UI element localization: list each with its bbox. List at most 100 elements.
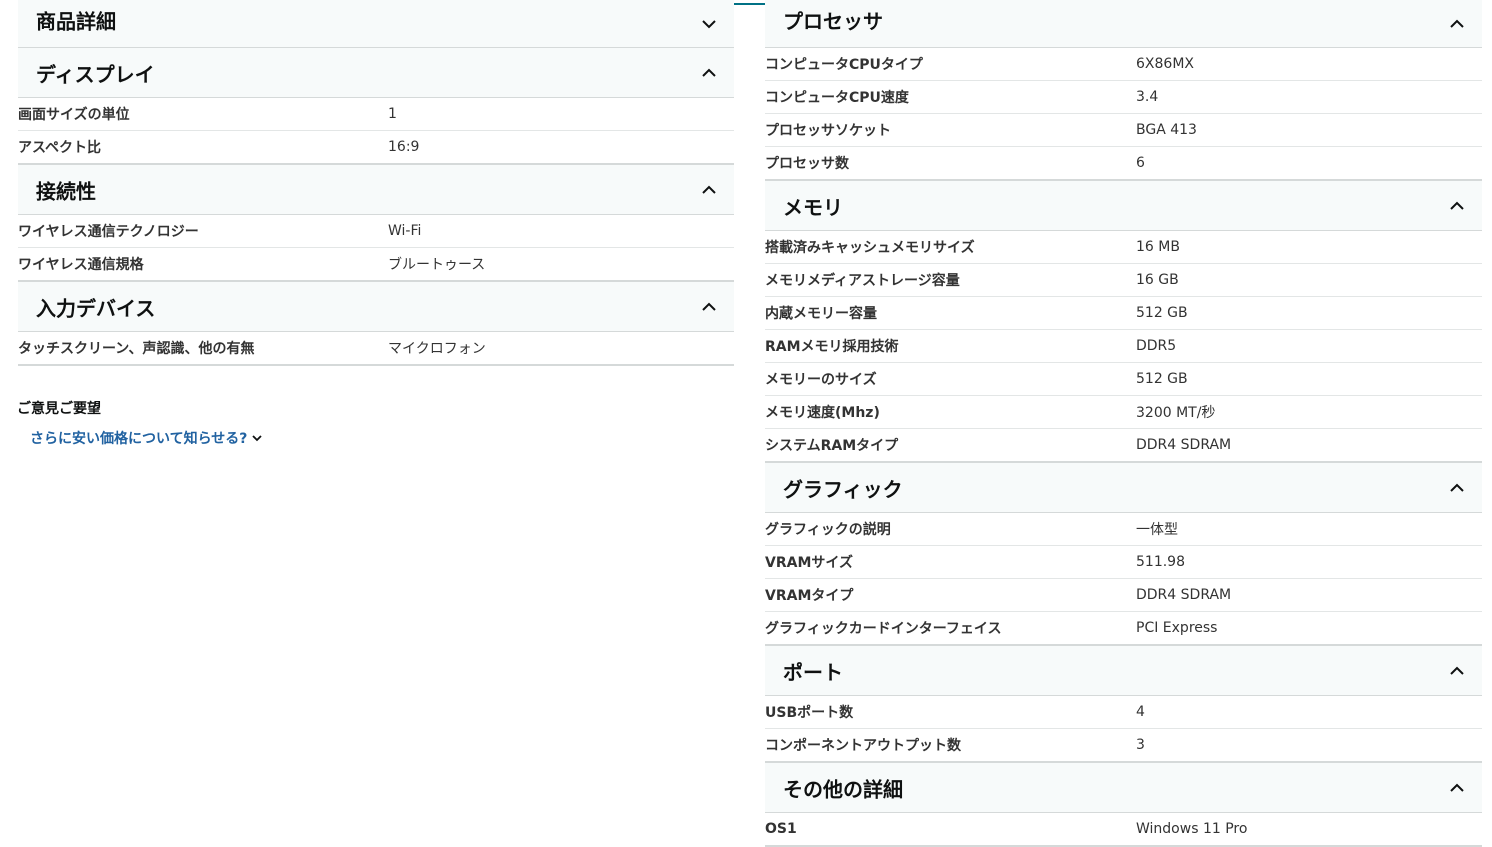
spec-label: プロセッサ数 (765, 156, 849, 172)
chevron-down-icon (700, 15, 718, 33)
spec-value: Wi-Fi (388, 223, 422, 239)
section-header-input-devices[interactable]: 入力デバイス (18, 282, 734, 332)
section-title: 入力デバイス (36, 296, 156, 320)
spec-row: グラフィックカードインターフェイス PCI Express (765, 612, 1482, 646)
spec-label: ワイヤレス通信テクノロジー (18, 224, 199, 240)
spec-row: グラフィックの説明 一体型 (765, 513, 1482, 546)
section-header-ports[interactable]: ポート (765, 646, 1482, 696)
spec-label: システムRAMタイプ (765, 438, 899, 454)
feedback-block: ご意見ご要望 さらに安い価格について知らせる? (17, 398, 417, 447)
spec-label: 画面サイズの単位 (18, 107, 130, 123)
spec-label: プロセッサソケット (765, 123, 891, 139)
spec-row: 搭載済みキャッシュメモリサイズ 16 MB (765, 231, 1482, 264)
spec-label: メモリ速度(Mhz) (765, 405, 880, 421)
section-title: ディスプレイ (36, 62, 155, 86)
chevron-up-icon (1448, 779, 1466, 797)
spec-value: 一体型 (1136, 522, 1178, 538)
spec-label: タッチスクリーン、声認識、他の有無 (18, 341, 255, 357)
spec-row: メモリメディアストレージ容量 16 GB (765, 264, 1482, 297)
spec-value: 512 GB (1136, 371, 1188, 387)
chevron-up-icon (1448, 479, 1466, 497)
section-title: 接続性 (36, 179, 96, 203)
spec-row: メモリ速度(Mhz) 3200 MT/秒 (765, 396, 1482, 429)
section-title: ポート (783, 660, 843, 684)
chevron-up-icon (700, 298, 718, 316)
section-header-display[interactable]: ディスプレイ (18, 48, 734, 98)
spec-row: メモリーのサイズ 512 GB (765, 363, 1482, 396)
spec-value: 16:9 (388, 139, 420, 155)
spec-label: グラフィックカードインターフェイス (765, 621, 1002, 637)
chevron-up-icon (700, 64, 718, 82)
section-header-product-details[interactable]: 商品詳細 (18, 0, 734, 48)
spec-value: マイクロフォン (388, 341, 486, 357)
spec-value: DDR4 SDRAM (1136, 437, 1232, 453)
spec-value: 3 (1136, 737, 1145, 753)
spec-label: コンポーネントアウトプット数 (765, 738, 961, 754)
section-title: プロセッサ (783, 9, 883, 34)
spec-row: プロセッサソケット BGA 413 (765, 114, 1482, 147)
spec-value: 4 (1136, 704, 1145, 720)
spec-label: OS1 (765, 821, 797, 837)
spec-value: PCI Express (1136, 620, 1218, 636)
section-header-memory[interactable]: メモリ (765, 181, 1482, 231)
right-spec-column: プロセッサ コンピュータCPUタイプ 6X86MX コンピュータCPU速度 3.… (765, 0, 1482, 847)
chevron-up-icon (1448, 197, 1466, 215)
price-feedback-link[interactable]: さらに安い価格について知らせる? (30, 428, 263, 448)
spec-label: コンピュータCPUタイプ (765, 57, 923, 73)
spec-label: メモリーのサイズ (765, 372, 877, 388)
chevron-up-icon (1448, 15, 1466, 33)
spec-label: RAMメモリ採用技術 (765, 339, 899, 355)
spec-row: ワイヤレス通信規格 ブルートゥース (18, 248, 734, 282)
spec-row: VRAMタイプ DDR4 SDRAM (765, 579, 1482, 612)
section-header-graphics[interactable]: グラフィック (765, 463, 1482, 513)
spec-value: 6X86MX (1136, 56, 1194, 72)
spec-row: ワイヤレス通信テクノロジー Wi-Fi (18, 215, 734, 248)
section-header-other-details[interactable]: その他の詳細 (765, 763, 1482, 813)
spec-row: RAMメモリ採用技術 DDR5 (765, 330, 1482, 363)
section-title: その他の詳細 (783, 777, 903, 801)
spec-row: 画面サイズの単位 1 (18, 98, 734, 131)
spec-label: コンピュータCPU速度 (765, 90, 909, 106)
chevron-down-icon (251, 432, 263, 444)
spec-value: 511.98 (1136, 554, 1185, 570)
spec-row: USBポート数 4 (765, 696, 1482, 729)
spec-value: 3200 MT/秒 (1136, 405, 1216, 421)
section-title: メモリ (783, 195, 843, 219)
spec-label: アスペクト比 (18, 140, 102, 156)
spec-row: プロセッサ数 6 (765, 147, 1482, 181)
spec-value: 1 (388, 106, 397, 122)
left-spec-column: 商品詳細 ディスプレイ 画面サイズの単位 1 アスペクト比 16:9 接続性 ワ… (18, 0, 734, 366)
product-details-page: 商品詳細 ディスプレイ 画面サイズの単位 1 アスペクト比 16:9 接続性 ワ… (0, 0, 1492, 847)
spec-label: ワイヤレス通信規格 (18, 257, 144, 273)
spec-label: 搭載済みキャッシュメモリサイズ (765, 240, 975, 256)
spec-label: メモリメディアストレージ容量 (765, 273, 960, 289)
spec-row: VRAMサイズ 511.98 (765, 546, 1482, 579)
spec-row: コンピュータCPU速度 3.4 (765, 81, 1482, 114)
feedback-title: ご意見ご要望 (17, 401, 101, 417)
spec-value: Windows 11 Pro (1136, 821, 1248, 837)
section-title: グラフィック (783, 477, 903, 501)
spec-value: 3.4 (1136, 89, 1159, 105)
section-title: 商品詳細 (36, 9, 116, 34)
spec-value: ブルートゥース (388, 257, 486, 273)
spec-value: DDR5 (1136, 338, 1177, 354)
spec-value: 16 GB (1136, 272, 1179, 288)
spec-value: 512 GB (1136, 305, 1188, 321)
spec-label: VRAMタイプ (765, 588, 854, 604)
section-header-connectivity[interactable]: 接続性 (18, 165, 734, 215)
spec-label: 内蔵メモリー容量 (765, 306, 877, 322)
chevron-up-icon (700, 181, 718, 199)
spec-value: 16 MB (1136, 239, 1180, 255)
spec-row: システムRAMタイプ DDR4 SDRAM (765, 429, 1482, 463)
price-feedback-link-label: さらに安い価格について知らせる? (30, 431, 248, 447)
section-header-processor[interactable]: プロセッサ (765, 0, 1482, 48)
spec-label: USBポート数 (765, 705, 854, 721)
spec-row: OS1 Windows 11 Pro (765, 813, 1482, 847)
spec-row: コンポーネントアウトプット数 3 (765, 729, 1482, 763)
chevron-up-icon (1448, 662, 1466, 680)
spec-row: 内蔵メモリー容量 512 GB (765, 297, 1482, 330)
spec-label: グラフィックの説明 (765, 522, 891, 538)
spec-value: BGA 413 (1136, 122, 1197, 138)
spec-label: VRAMサイズ (765, 555, 853, 571)
spec-value: DDR4 SDRAM (1136, 587, 1232, 603)
